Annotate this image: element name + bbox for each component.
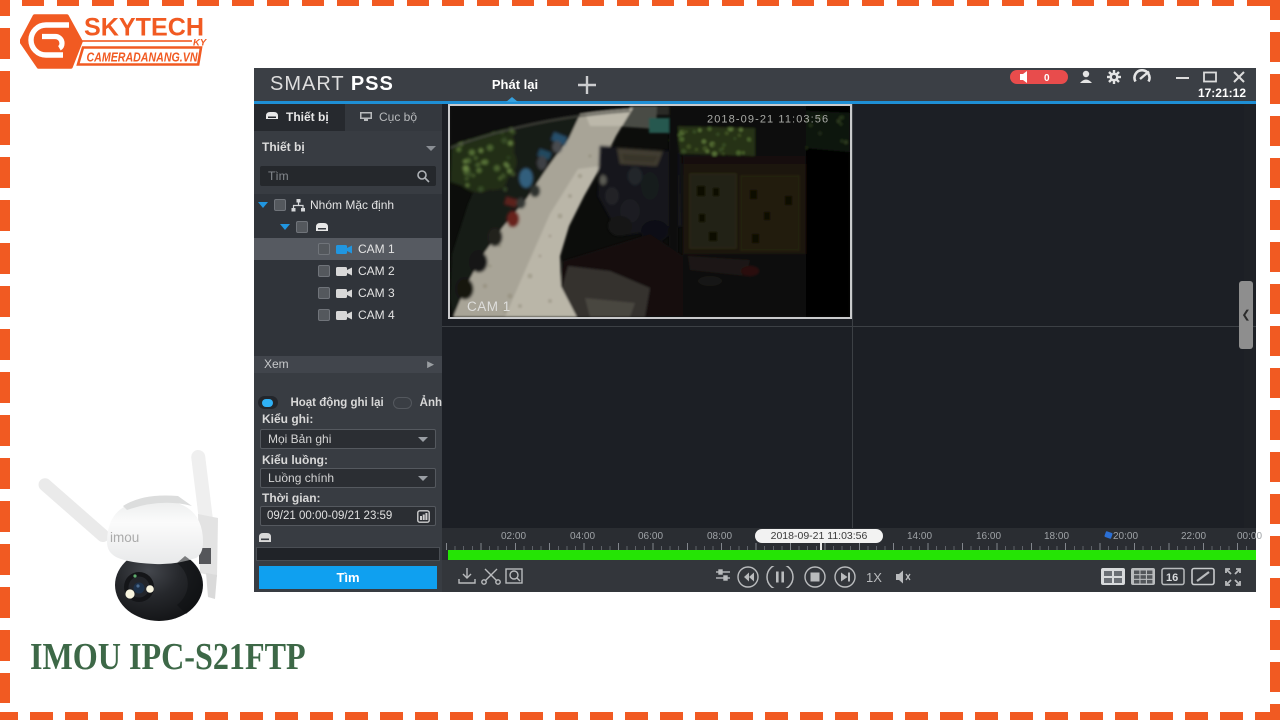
svg-text:1X: 1X	[866, 570, 882, 585]
svg-text:CAM 1: CAM 1	[467, 299, 511, 314]
svg-text:2018-09-21 11:03:56: 2018-09-21 11:03:56	[707, 114, 829, 126]
svg-text:0: 0	[1044, 73, 1050, 84]
svg-text:16: 16	[1166, 572, 1178, 584]
svg-text:SKYTECH: SKYTECH	[84, 14, 204, 42]
svg-text:CAMERADANANG.VN: CAMERADANANG.VN	[87, 50, 198, 65]
svg-text:imou: imou	[110, 530, 139, 545]
